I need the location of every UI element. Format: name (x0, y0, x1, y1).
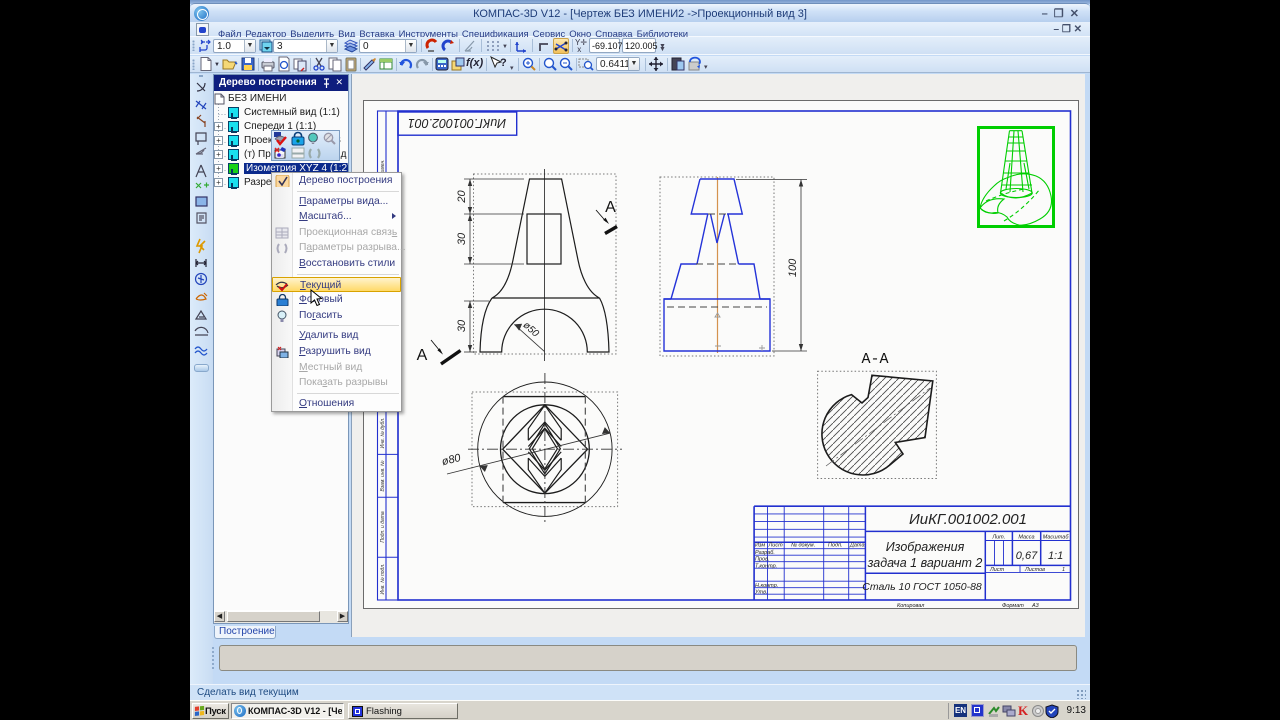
svg-text:Разраб.: Разраб. (755, 550, 775, 556)
svg-text:Дата: Дата (849, 543, 865, 549)
svg-text:№ докум.: № докум. (791, 543, 815, 549)
svg-text:Лист: Лист (989, 567, 1005, 573)
svg-text:ø50: ø50 (521, 320, 541, 340)
svg-text:ИиКГ.001002.001: ИиКГ.001002.001 (408, 116, 506, 130)
svg-text:0,67: 0,67 (1016, 550, 1038, 562)
svg-text:А: А (605, 199, 616, 216)
svg-text:Сталь 10 ГОСТ 1050-88: Сталь 10 ГОСТ 1050-88 (862, 581, 982, 593)
svg-text:Пров.: Пров. (755, 557, 770, 563)
svg-text:Формат: Формат (1002, 603, 1024, 609)
svg-text:Инв. № дубл.: Инв. № дубл. (380, 418, 386, 449)
svg-text:Листов: Листов (1024, 567, 1045, 573)
svg-text:А-А: А-А (861, 351, 888, 368)
svg-text:Лит.: Лит. (991, 535, 1005, 541)
svg-text:Масштаб: Масштаб (1043, 535, 1070, 541)
svg-text:Изм: Изм (755, 543, 765, 549)
svg-text:Утв.: Утв. (754, 590, 768, 596)
svg-text:30: 30 (456, 232, 468, 245)
svg-text:Изображения: Изображения (886, 540, 965, 554)
svg-text:Масса: Масса (1018, 535, 1034, 541)
svg-text:ИиКГ.001002.001: ИиКГ.001002.001 (909, 511, 1027, 528)
svg-text:Подп. и дата: Подп. и дата (380, 511, 386, 543)
svg-text:100: 100 (787, 258, 799, 277)
svg-text:А3: А3 (1031, 603, 1040, 609)
svg-text:задача 1 вариант 2: задача 1 вариант 2 (867, 556, 983, 570)
svg-text:А: А (417, 347, 428, 364)
svg-text:Инв. № подл.: Инв. № подл. (380, 563, 386, 594)
svg-text:Н.контр.: Н.контр. (755, 583, 778, 589)
svg-text:ø80: ø80 (441, 452, 463, 468)
svg-text:Лист: Лист (768, 543, 784, 549)
svg-text:1: 1 (1062, 567, 1065, 573)
svg-text:Взам. инв. №: Взам. инв. № (380, 460, 386, 492)
svg-text:Подп.: Подп. (828, 543, 843, 549)
svg-text:Копировал: Копировал (897, 603, 924, 609)
svg-text:30: 30 (456, 319, 468, 332)
svg-text:20: 20 (456, 190, 468, 204)
svg-text:1:1: 1:1 (1048, 550, 1063, 562)
svg-text:Т.контр.: Т.контр. (755, 563, 777, 569)
